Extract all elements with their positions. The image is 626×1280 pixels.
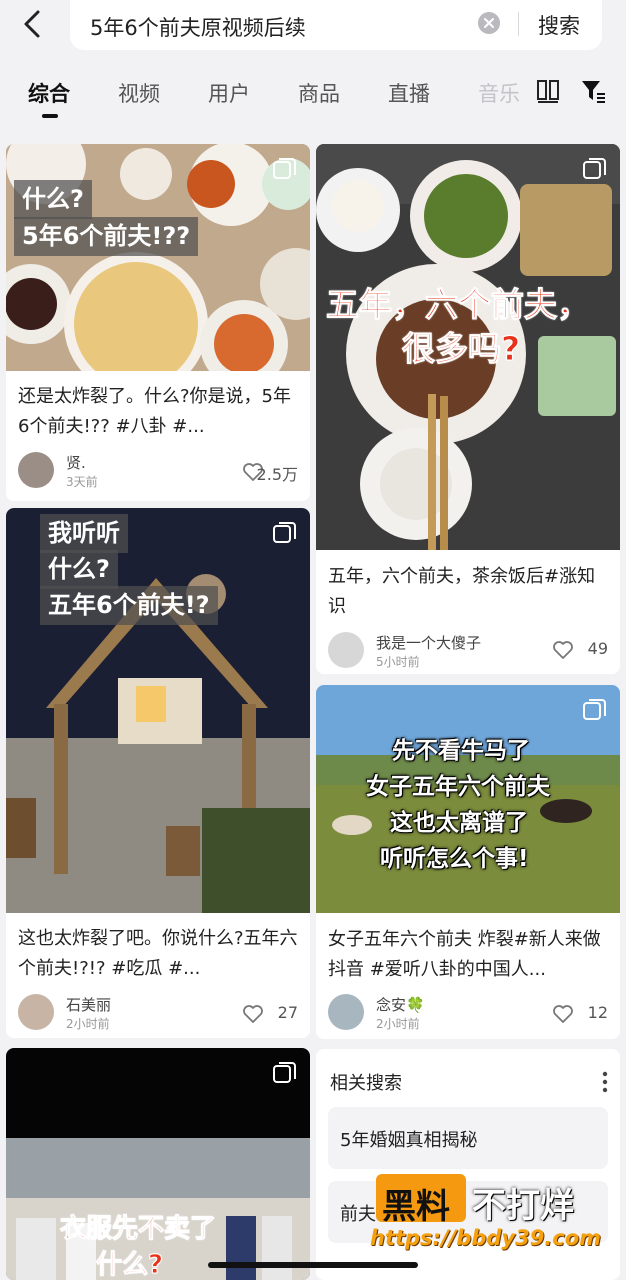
- related-search-label: 5年婚姻真相揭秘: [340, 1130, 478, 1151]
- card-caption: 女子五年六个前夫 炸裂#新人来做抖音 #爱听八卦的中国人...: [328, 929, 601, 980]
- video-card[interactable]: 衣服先不卖了 什么?: [6, 1048, 310, 1280]
- related-searches-title: 相关搜索: [330, 1073, 402, 1094]
- overlay-line: 5年6个前夫!??: [14, 217, 199, 257]
- author-name[interactable]: 念安🍀: [376, 994, 425, 1015]
- watermark-left-text: 黑料: [382, 1187, 450, 1227]
- overlay-line: 什么?: [40, 550, 118, 590]
- card-caption: 这也太炸裂了吧。你说什么?五年六个前夫!?!? #吃瓜 #...: [18, 928, 298, 979]
- tab-music[interactable]: 音乐: [478, 78, 522, 108]
- back-icon[interactable]: [16, 6, 52, 42]
- tab-live[interactable]: 直播: [388, 78, 430, 108]
- top-bar: 5年6个前夫原视频后续 搜索: [0, 0, 626, 62]
- search-query[interactable]: 5年6个前夫原视频后续: [90, 12, 306, 42]
- food-table-image: [6, 144, 310, 371]
- watermark-badge: 黑料: [376, 1174, 466, 1227]
- search-divider: [518, 12, 519, 36]
- like-count-group[interactable]: 27: [218, 1002, 298, 1026]
- video-thumbnail[interactable]: 先不看牛马了 女子五年六个前夫 这也太离谱了 听听怎么个事!: [316, 685, 620, 913]
- card-caption: 还是太炸裂了。什么?你是说，5年6个前夫!?? #八卦 #...: [18, 386, 292, 437]
- video-thumbnail[interactable]: 什么? 5年6个前夫!??: [6, 144, 310, 371]
- tab-active-indicator: [42, 114, 58, 118]
- post-time: 2小时前: [376, 1017, 420, 1031]
- post-time: 2小时前: [66, 1017, 110, 1031]
- multi-image-icon: [273, 158, 296, 179]
- watermark-url: https://bbdy39.com: [370, 1226, 602, 1250]
- home-indicator[interactable]: [208, 1262, 418, 1268]
- like-count-group[interactable]: 12: [528, 1002, 608, 1026]
- avatar[interactable]: [328, 632, 364, 668]
- search-input[interactable]: 5年6个前夫原视频后续 搜索: [70, 0, 602, 50]
- video-card[interactable]: 我听听 什么? 五年6个前夫!? 这也太炸裂了吧。你说什么?五年六个前夫!?!?…: [6, 508, 310, 1038]
- overlay-line: 什么?: [14, 180, 92, 220]
- overlay-line: 我听听: [40, 514, 128, 554]
- related-search-item[interactable]: 5年婚姻真相揭秘: [328, 1107, 608, 1169]
- video-thumbnail[interactable]: 衣服先不卖了 什么?: [6, 1048, 310, 1280]
- more-vertical-icon[interactable]: [602, 1071, 608, 1093]
- heart-icon[interactable]: [552, 1004, 574, 1024]
- like-count-group[interactable]: 2.5万: [218, 460, 298, 484]
- heart-icon[interactable]: [552, 640, 574, 660]
- overlay-line: 什么?: [95, 1250, 164, 1280]
- watermark: 黑料 不打烊 https://bbdy39.com: [370, 1168, 616, 1258]
- multi-image-icon: [273, 522, 296, 543]
- multi-image-icon: [583, 699, 606, 720]
- post-time: 5小时前: [376, 655, 420, 669]
- video-card[interactable]: 先不看牛马了 女子五年六个前夫 这也太离谱了 听听怎么个事! 女子五年六个前夫 …: [316, 685, 620, 1039]
- avatar[interactable]: [328, 994, 364, 1030]
- tab-general[interactable]: 综合: [28, 78, 70, 108]
- overlay-line: 衣服先不卖了: [59, 1214, 217, 1245]
- overlay-line: 五年6个前夫!?: [40, 586, 218, 626]
- grid-icon[interactable]: [536, 78, 560, 104]
- like-count: 27: [277, 1003, 298, 1022]
- video-thumbnail[interactable]: 我听听 什么? 五年6个前夫!?: [6, 508, 310, 913]
- card-author[interactable]: 念安🍀 2小时前: [328, 994, 528, 1034]
- tab-users[interactable]: 用户: [208, 78, 250, 108]
- overlay-line: 这也太离谱了: [390, 810, 528, 836]
- multi-image-icon: [273, 1062, 296, 1083]
- overlay-line: 先不看牛马了: [392, 738, 530, 764]
- watermark-right-text: 不打烊: [472, 1186, 574, 1226]
- card-author[interactable]: 我是一个大傻子 5小时前: [328, 632, 528, 672]
- video-card[interactable]: 五年，六个前夫， 很多吗? 五年，六个前夫，茶余饭后#涨知识 我是一个大傻子 5…: [316, 144, 620, 674]
- author-name[interactable]: 贤.: [66, 452, 86, 473]
- heart-icon[interactable]: [242, 1004, 264, 1024]
- card-author[interactable]: 贤. 3天前: [18, 452, 218, 492]
- multi-image-icon: [583, 158, 606, 179]
- author-name[interactable]: 石美丽: [66, 994, 111, 1015]
- overlay-line: 很多吗?: [401, 329, 521, 369]
- filter-icon[interactable]: [580, 78, 606, 104]
- video-thumbnail[interactable]: 五年，六个前夫， 很多吗?: [316, 144, 620, 550]
- avatar[interactable]: [18, 452, 54, 488]
- like-count: 12: [587, 1003, 608, 1022]
- overlay-line: 听听怎么个事!: [380, 846, 529, 872]
- post-time: 3天前: [66, 475, 98, 489]
- card-author[interactable]: 石美丽 2小时前: [18, 994, 218, 1034]
- like-count: 2.5万: [256, 465, 298, 484]
- author-name[interactable]: 我是一个大傻子: [376, 632, 481, 653]
- clear-icon[interactable]: [478, 12, 500, 34]
- overlay-line: 女子五年六个前夫: [366, 774, 550, 800]
- search-button[interactable]: 搜索: [538, 10, 580, 40]
- related-search-label: 前夫: [340, 1204, 376, 1225]
- tab-video[interactable]: 视频: [118, 78, 160, 108]
- like-count-group[interactable]: 49: [528, 638, 608, 662]
- avatar[interactable]: [18, 994, 54, 1030]
- tab-bar: 综合 视频 用户 商品 直播 音乐: [0, 62, 626, 124]
- like-count: 49: [587, 639, 608, 658]
- overlay-line: 五年，六个前夫，: [326, 285, 591, 325]
- tab-products[interactable]: 商品: [298, 78, 340, 108]
- video-card[interactable]: 什么? 5年6个前夫!?? 还是太炸裂了。什么?你是说，5年6个前夫!?? #八…: [6, 144, 310, 501]
- card-caption: 五年，六个前夫，茶余饭后#涨知识: [328, 566, 596, 617]
